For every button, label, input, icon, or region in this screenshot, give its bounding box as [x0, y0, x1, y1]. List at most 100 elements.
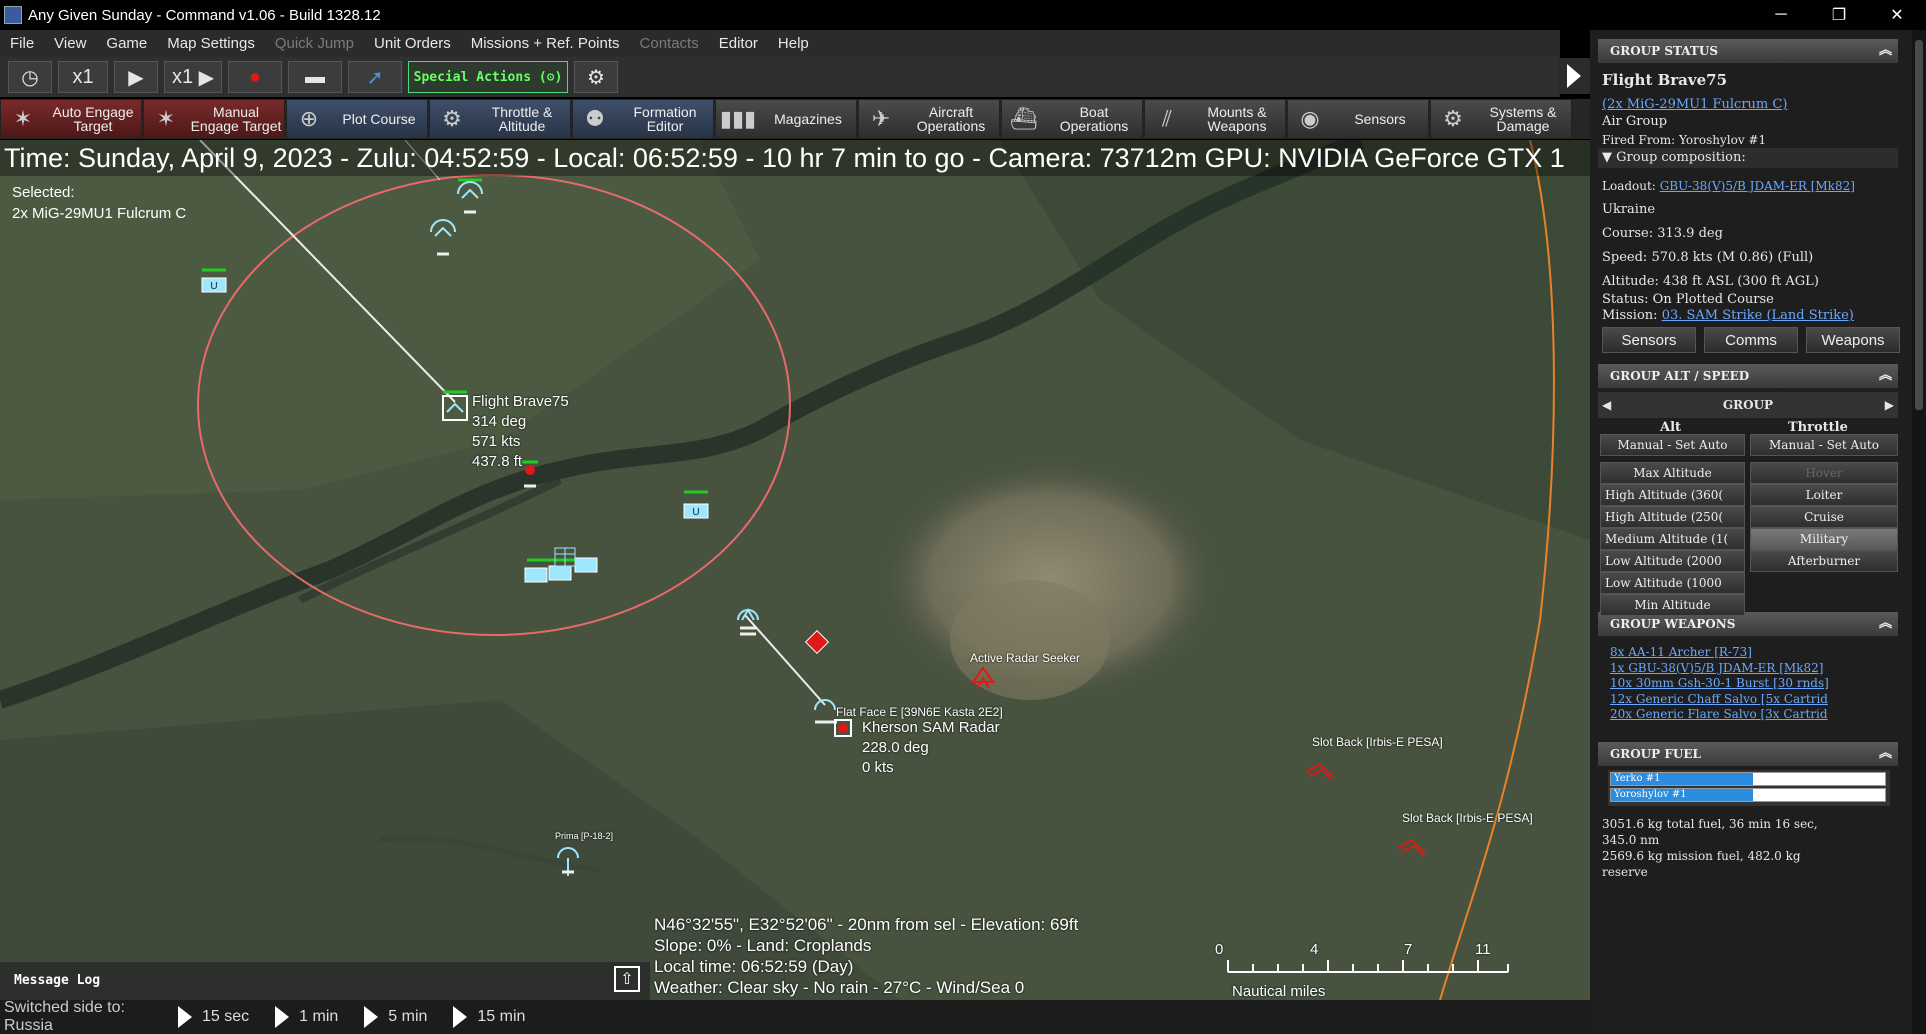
toolbar-button-1[interactable]: ✶ Manual Engage Target: [143, 99, 285, 139]
helmet-icon[interactable]: ▬: [288, 61, 342, 93]
pointer-icon[interactable]: ➚: [348, 61, 402, 93]
comms-button[interactable]: Comms: [1704, 327, 1798, 353]
time-compression[interactable]: x1: [58, 61, 108, 93]
group-composition-label: Group composition:: [1616, 150, 1746, 165]
step-play-button[interactable]: x1 ▶: [164, 61, 222, 93]
menu-unit-orders[interactable]: Unit Orders: [364, 35, 461, 52]
speed-15min[interactable]: 15 min: [477, 1008, 525, 1026]
expand-up-icon[interactable]: ⇧: [614, 966, 640, 992]
weapon-item[interactable]: 12x Generic Chaff Salvo [5x Cartrid: [1610, 691, 1828, 707]
throttle-option[interactable]: Cruise: [1750, 506, 1898, 528]
collapse-icon[interactable]: ︽: [1879, 612, 1892, 636]
group-unit-link[interactable]: (2x MiG-29MU1 Fulcrum C): [1602, 97, 1787, 113]
play-icon[interactable]: ▶: [114, 61, 158, 93]
fuel-line-1: 3051.6 kg total fuel, 36 min 16 sec,: [1602, 817, 1818, 831]
menu-map-settings[interactable]: Map Settings: [157, 35, 265, 52]
group-selector-label: GROUP: [1722, 398, 1774, 412]
menu-view[interactable]: View: [44, 35, 96, 52]
throttle-option[interactable]: Loiter: [1750, 484, 1898, 506]
fuel-bar-1-label: Yerko #1: [1614, 773, 1661, 784]
alt-speed-header[interactable]: GROUP ALT / SPEED ︽: [1598, 364, 1898, 388]
next-group-icon[interactable]: ▶: [1885, 398, 1898, 412]
mission-link[interactable]: 03. SAM Strike (Land Strike): [1662, 308, 1854, 323]
menu-help[interactable]: Help: [768, 35, 819, 52]
alt-manual-button[interactable]: Manual - Set Auto: [1600, 434, 1745, 456]
collapse-icon[interactable]: ︽: [1879, 39, 1892, 63]
scroll-thumb[interactable]: [1915, 40, 1923, 410]
toolbar-button-5[interactable]: ▮▮▮ Magazines: [715, 99, 857, 139]
record-icon[interactable]: ●: [228, 61, 282, 93]
friendly-aircraft-marker: [457, 178, 483, 214]
altitude-option[interactable]: Low Altitude (2000: [1600, 550, 1745, 572]
play-icon[interactable]: [364, 1006, 379, 1028]
menu-quick-jump: Quick Jump: [274, 35, 355, 52]
toolbar-button-3[interactable]: ⚙ Throttle & Altitude: [429, 99, 571, 139]
scale-tick-4: 4: [1310, 941, 1319, 958]
throttle-option[interactable]: Afterburner: [1750, 550, 1898, 572]
menu-missions[interactable]: Missions + Ref. Points: [461, 35, 630, 52]
toolbar-button-2[interactable]: ⊕ Plot Course: [286, 99, 428, 139]
menu-game[interactable]: Game: [96, 35, 157, 52]
menu-editor[interactable]: Editor: [709, 35, 768, 52]
sensors-icon: ◉: [1300, 106, 1320, 131]
sensors-button[interactable]: Sensors: [1602, 327, 1696, 353]
loadout-link[interactable]: GBU-38(V)5/B JDAM-ER [Mk82]: [1660, 179, 1855, 193]
group-status-header[interactable]: GROUP STATUS ︽: [1598, 39, 1898, 63]
toolbar-button-9[interactable]: ◉ Sensors: [1287, 99, 1429, 139]
play-icon[interactable]: [453, 1006, 468, 1028]
slot-back-marker: [1397, 838, 1427, 857]
toolbar-label-line1: Boat: [1079, 104, 1109, 120]
speed-15sec[interactable]: 15 sec: [202, 1008, 249, 1026]
altitude-option[interactable]: Low Altitude (1000: [1600, 572, 1745, 594]
play-icon[interactable]: [178, 1006, 192, 1028]
scale-tick-0: 0: [1215, 941, 1224, 958]
map-view[interactable]: U U Flight Brave75 314 deg 571 kts 437.8…: [0, 140, 1590, 1000]
group-composition[interactable]: ▼ Group composition:: [1598, 148, 1898, 168]
toolbar-button-0[interactable]: ✶ Auto Engage Target: [0, 99, 142, 139]
altitude-option[interactable]: Medium Altitude (1(: [1600, 528, 1745, 550]
boat-icon: ⛴: [1010, 106, 1038, 131]
collapse-icon[interactable]: ︽: [1879, 742, 1892, 766]
friendly-ground-cluster: [524, 547, 598, 583]
altitude-option[interactable]: High Altitude (360(: [1600, 484, 1745, 506]
toolbar-label-line2: Damage: [1496, 118, 1550, 134]
collapse-icon[interactable]: ︽: [1879, 364, 1892, 388]
fuel-title: GROUP FUEL: [1610, 747, 1701, 761]
altitude-option[interactable]: Min Altitude: [1600, 594, 1745, 616]
active-radar-seeker-marker: [971, 666, 995, 689]
altitude-option[interactable]: Max Altitude: [1600, 462, 1745, 484]
menu-file[interactable]: File: [0, 35, 44, 52]
toolbar-button-4[interactable]: ⚉ Formation Editor: [572, 99, 714, 139]
play-icon[interactable]: [275, 1006, 290, 1028]
close-button[interactable]: ✕: [1868, 0, 1926, 30]
special-actions-label: Special Actions: [413, 69, 532, 85]
toolbar-button-8[interactable]: ⫽ Mounts & Weapons: [1144, 99, 1286, 139]
weapon-item[interactable]: 20x Generic Flare Salvo [3x Cartrid: [1610, 706, 1828, 722]
weapons-button[interactable]: Weapons: [1806, 327, 1900, 353]
toolbar-button-10[interactable]: ⚙ Systems & Damage: [1430, 99, 1572, 139]
maximize-button[interactable]: ❐: [1810, 0, 1868, 30]
aircraft-icon: ✈: [871, 106, 891, 131]
gear-icon[interactable]: ⚙: [574, 61, 618, 93]
throttle-manual-button[interactable]: Manual - Set Auto: [1750, 434, 1898, 456]
altitude-option[interactable]: High Altitude (250(: [1600, 506, 1745, 528]
weapon-item[interactable]: 1x GBU-38(V)5/B JDAM-ER [Mk82]: [1610, 660, 1823, 676]
collapse-panel-button[interactable]: [1558, 58, 1590, 94]
svg-text:U: U: [692, 507, 699, 518]
toolbar-button-6[interactable]: ✈ Aircraft Operations: [858, 99, 1000, 139]
panel-scrollbar[interactable]: [1912, 30, 1926, 1034]
speed-5min[interactable]: 5 min: [388, 1008, 427, 1026]
course: Course: 313.9 deg: [1602, 226, 1723, 241]
flight-altitude: 437.8 ft: [472, 453, 523, 470]
fuel-header[interactable]: GROUP FUEL ︽: [1598, 742, 1898, 766]
minimize-button[interactable]: ─: [1752, 0, 1810, 30]
speed-1min[interactable]: 1 min: [299, 1008, 338, 1026]
prev-group-icon[interactable]: ◀: [1598, 398, 1611, 412]
toolbar-button-7[interactable]: ⛴ Boat Operations: [1001, 99, 1143, 139]
weapon-item[interactable]: 10x 30mm Gsh-30-1 Burst [30 rnds]: [1610, 675, 1829, 691]
clock-icon[interactable]: ◷: [8, 61, 52, 93]
loadout-row: Loadout: GBU-38(V)5/B JDAM-ER [Mk82]: [1602, 178, 1855, 194]
throttle-option[interactable]: Military: [1750, 528, 1898, 550]
special-actions-button[interactable]: Special Actions (⚙): [408, 61, 568, 93]
weapon-item[interactable]: 8x AA-11 Archer [R-73]: [1610, 644, 1752, 660]
